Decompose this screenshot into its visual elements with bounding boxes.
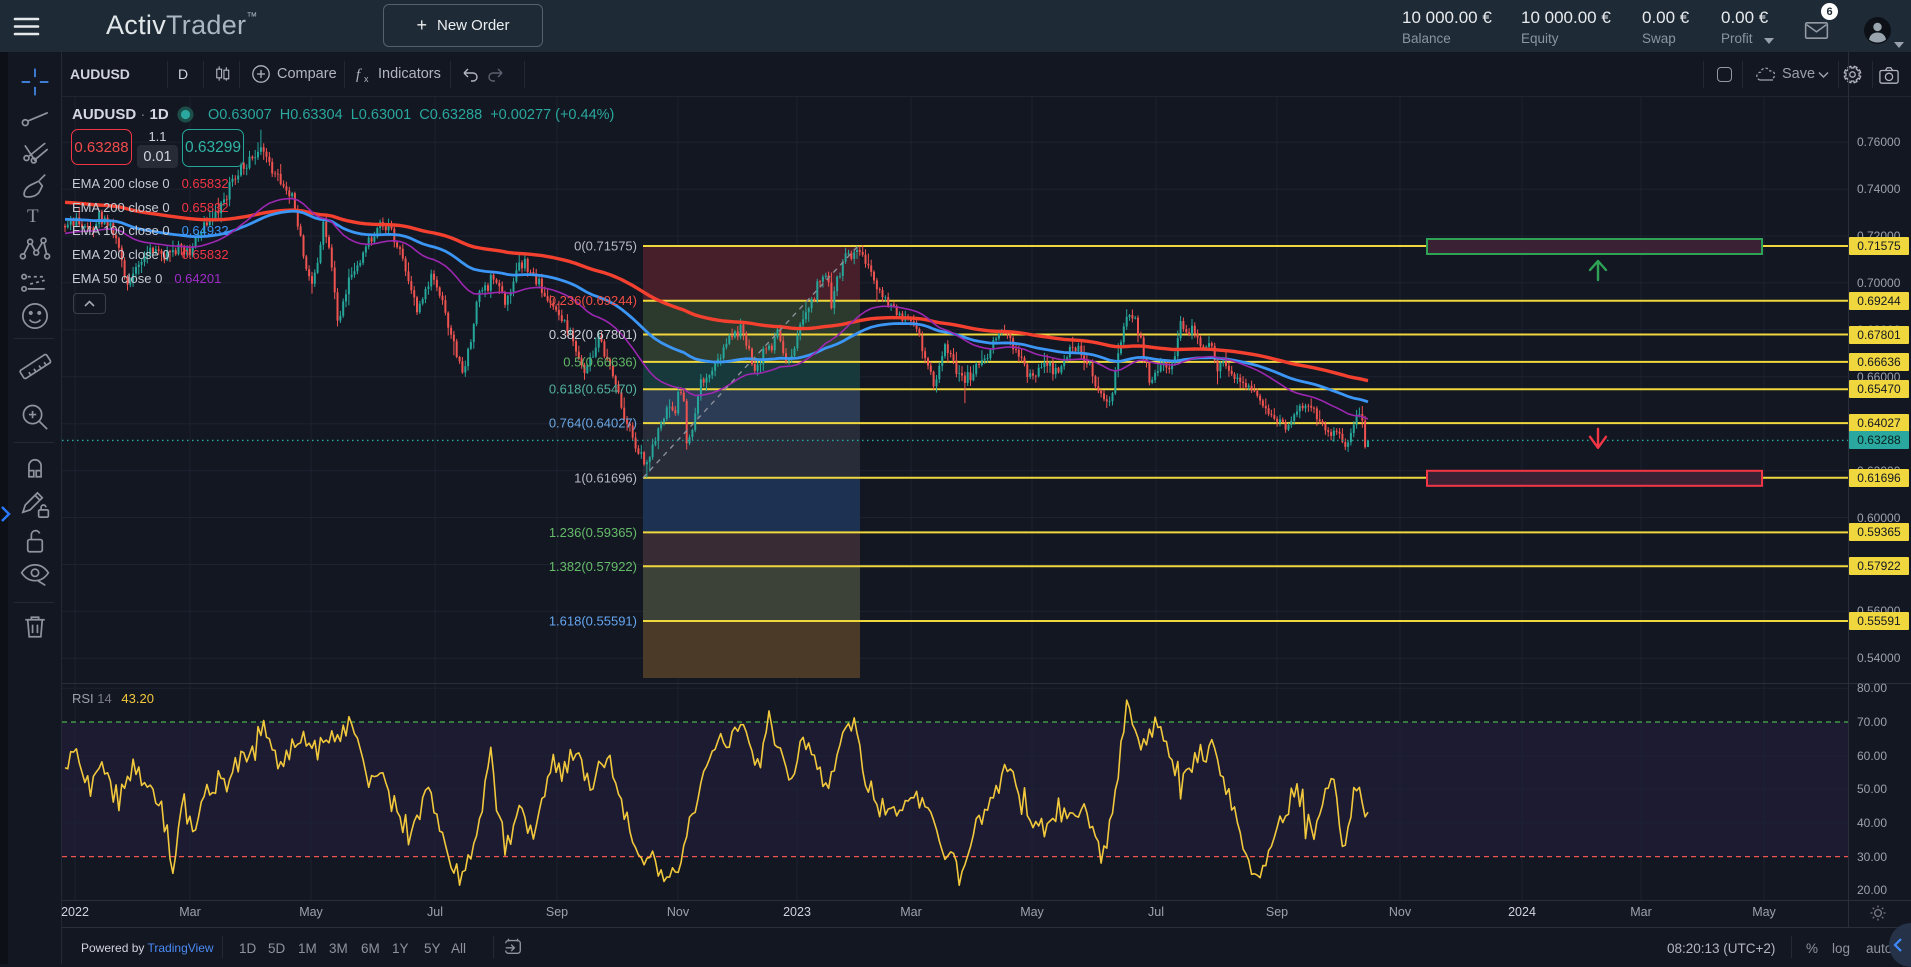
svg-text:1.236(0.59365): 1.236(0.59365) xyxy=(549,525,637,540)
svg-text:0.5(0.66636): 0.5(0.66636) xyxy=(563,354,637,369)
svg-text:f: f xyxy=(356,67,362,83)
svg-text:1(0.61696): 1(0.61696) xyxy=(574,470,637,485)
svg-text:0.382(0.67801): 0.382(0.67801) xyxy=(549,327,637,342)
svg-text:1.382(0.57922): 1.382(0.57922) xyxy=(549,559,637,574)
svg-text:0.236(0.69244): 0.236(0.69244) xyxy=(549,293,637,308)
svg-text:0.618(0.65470): 0.618(0.65470) xyxy=(549,382,637,397)
svg-text:x: x xyxy=(364,74,369,84)
svg-text:0(0.71575): 0(0.71575) xyxy=(574,239,637,254)
svg-text:0.764(0.64027): 0.764(0.64027) xyxy=(549,416,637,431)
svg-text:1.618(0.55591): 1.618(0.55591) xyxy=(549,614,637,629)
